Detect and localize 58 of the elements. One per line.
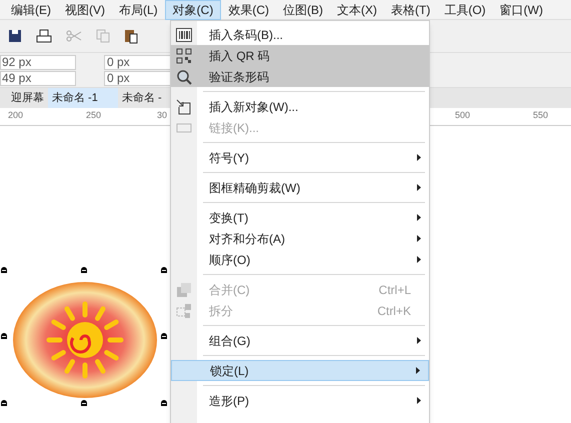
selection-handle-icon[interactable] xyxy=(160,332,168,339)
combine-icon xyxy=(176,282,192,298)
document-tab[interactable]: 未命名 -1 xyxy=(48,88,118,108)
selection-handle-icon[interactable] xyxy=(160,399,168,406)
menu-item[interactable]: 对齐和分布(A) xyxy=(171,228,429,249)
menu-item[interactable]: 布局(L) xyxy=(112,0,165,20)
submenu-arrow-icon xyxy=(416,367,420,374)
selection-handle-icon[interactable] xyxy=(160,266,168,273)
menu-item[interactable]: 工具(O) xyxy=(437,0,493,20)
size-field[interactable]: 49 px xyxy=(0,70,76,86)
print-icon[interactable] xyxy=(36,29,52,43)
submenu-arrow-icon xyxy=(417,397,421,404)
menu-item[interactable]: 对象(C) xyxy=(164,0,222,20)
menu-item[interactable]: 图框精确剪裁(W) xyxy=(171,177,429,198)
break-apart-icon xyxy=(176,302,192,318)
paste-icon[interactable] xyxy=(124,28,138,44)
submenu-arrow-icon xyxy=(417,214,421,221)
barcode-icon xyxy=(176,28,192,42)
size-field[interactable]: 92 px xyxy=(0,54,76,70)
ruler-label: 550 xyxy=(533,109,548,122)
submenu-arrow-icon xyxy=(417,337,421,344)
menu-item[interactable]: 表格(T) xyxy=(384,0,438,20)
selection-handle-icon[interactable] xyxy=(0,332,8,339)
magnifier-icon xyxy=(176,68,192,84)
selection-handle-icon[interactable] xyxy=(80,266,88,273)
link-icon xyxy=(176,122,192,132)
submenu-arrow-icon xyxy=(417,154,421,161)
menu-item[interactable]: 位图(B) xyxy=(276,0,330,20)
ruler-label: 500 xyxy=(455,109,470,122)
submenu-arrow-icon xyxy=(417,184,421,191)
menu-item[interactable]: 插入 QR 码 xyxy=(171,45,429,66)
shortcut-label: Ctrl+K xyxy=(377,302,412,320)
selection-handle-icon[interactable] xyxy=(0,266,8,273)
menu-item[interactable]: 窗口(W) xyxy=(492,0,550,20)
menu-item[interactable]: 验证条形码 xyxy=(171,66,429,87)
menu-item[interactable]: 效果(C) xyxy=(221,0,276,20)
menu-item[interactable]: 文本(X) xyxy=(330,0,384,20)
menu-item[interactable]: 编辑(E) xyxy=(4,0,58,20)
document-tab[interactable]: 迎屏幕 xyxy=(0,88,48,108)
menu-item[interactable]: 组合(G) xyxy=(171,330,429,351)
ruler-label: 250 xyxy=(86,109,102,122)
menu-item[interactable]: 插入条码(B)... xyxy=(171,24,429,45)
shortcut-label: Ctrl+L xyxy=(378,282,412,298)
selection-handle-icon[interactable] xyxy=(80,399,88,406)
menu-item[interactable]: 符号(Y) xyxy=(171,147,429,168)
insert-object-icon xyxy=(176,98,192,114)
submenu-arrow-icon xyxy=(417,235,421,242)
ruler-label: 200 xyxy=(8,109,24,122)
ruler-label: 30 xyxy=(157,109,168,122)
qr-code-icon xyxy=(176,48,192,64)
menu-item[interactable]: 造形(P) xyxy=(171,390,429,411)
menu-item[interactable]: 锁定(L) xyxy=(171,360,429,381)
menu-item[interactable]: 变换(T) xyxy=(171,207,429,228)
selection-handle-icon[interactable] xyxy=(0,399,8,406)
submenu-arrow-icon xyxy=(417,256,421,263)
save-icon[interactable] xyxy=(8,29,22,43)
menu-item[interactable]: 视图(V) xyxy=(58,0,112,20)
menu-item[interactable]: 顺序(O) xyxy=(171,249,429,270)
